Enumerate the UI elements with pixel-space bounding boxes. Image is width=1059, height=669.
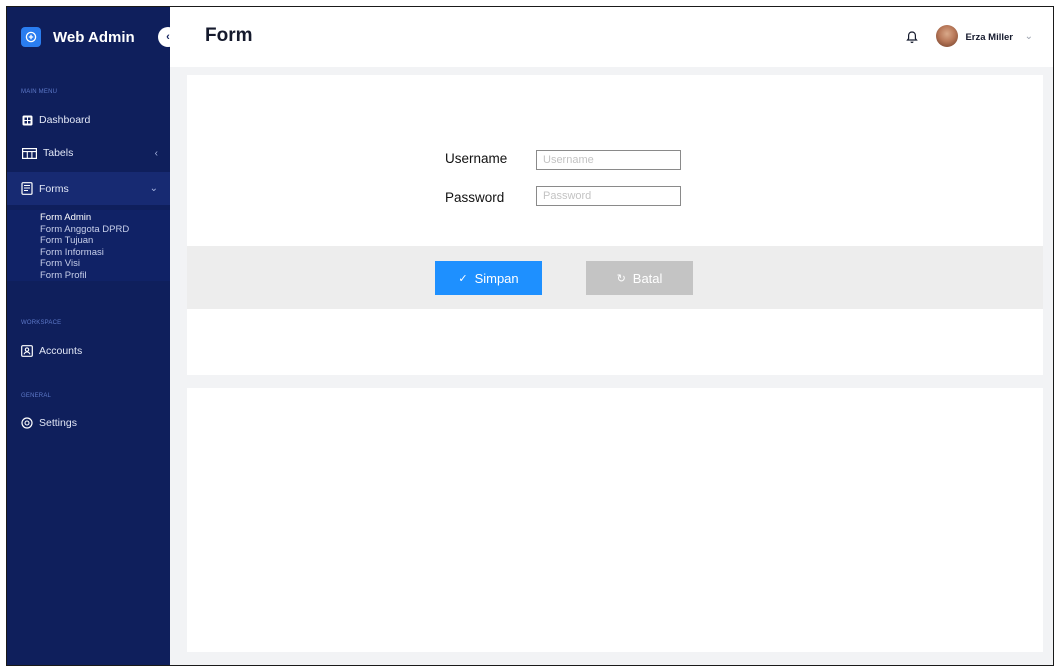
brand[interactable]: Web Admin	[21, 26, 135, 48]
save-button[interactable]: ✓ Simpan	[435, 261, 542, 295]
section-label-workspace: Workspace	[21, 320, 62, 326]
check-icon: ✓	[458, 272, 468, 285]
top-header: Form Erza Miller ⌄	[170, 7, 1053, 67]
cancel-button-label: Batal	[632, 270, 663, 286]
sidebar-item-label: Dashboard	[39, 114, 91, 126]
page-title: Form	[205, 25, 253, 46]
form-card: Username Password ✓ Simpan ↻ Batal	[187, 75, 1043, 375]
username-input[interactable]	[536, 150, 681, 170]
chevron-down-icon: ⌄	[149, 183, 158, 194]
sidebar-item-forms[interactable]: Forms ⌄	[7, 172, 170, 205]
sidebar-item-label: Accounts	[39, 345, 83, 357]
sidebar-item-label: Settings	[39, 417, 77, 429]
cancel-button[interactable]: ↻ Batal	[586, 261, 693, 295]
table-icon	[21, 147, 37, 159]
chevron-down-icon[interactable]: ⌄	[1025, 31, 1033, 42]
submenu-item-form-anggota-dprd[interactable]: Form Anggota DPRD	[7, 224, 170, 236]
sidebar-item-accounts[interactable]: Accounts	[7, 337, 170, 365]
submenu-item-form-visi[interactable]: Form Visi	[7, 258, 170, 270]
user-name[interactable]: Erza Miller	[965, 32, 1013, 43]
submenu-item-form-informasi[interactable]: Form Informasi	[7, 247, 170, 259]
bell-icon[interactable]	[905, 30, 919, 44]
password-row: Password	[445, 190, 504, 205]
gear-icon	[21, 417, 33, 429]
document-icon	[21, 182, 33, 195]
user-card-icon	[21, 345, 33, 357]
username-label: Username	[445, 151, 508, 166]
grid-icon	[21, 114, 33, 126]
submenu-item-form-tujuan[interactable]: Form Tujuan	[7, 235, 170, 247]
brand-title: Web Admin	[53, 28, 135, 46]
sidebar: Web Admin MAIN MENU Dashboard Tabels ‹ F…	[7, 7, 170, 665]
refresh-icon: ↻	[616, 272, 626, 285]
sidebar-item-settings[interactable]: Settings	[7, 409, 170, 437]
submenu-item-form-admin[interactable]: Form Admin	[7, 212, 170, 224]
username-row: Username	[445, 151, 507, 166]
sidebar-item-tables[interactable]: Tabels ‹	[7, 139, 170, 167]
plus-circle-icon	[21, 27, 41, 47]
sidebar-item-label: Forms	[39, 182, 69, 195]
app-window: Web Admin MAIN MENU Dashboard Tabels ‹ F…	[6, 6, 1054, 666]
sidebar-collapse-button[interactable]: ‹	[158, 27, 178, 47]
password-input[interactable]	[536, 186, 681, 206]
avatar[interactable]	[936, 25, 958, 47]
sidebar-item-dashboard[interactable]: Dashboard	[7, 106, 170, 134]
content-card	[187, 388, 1043, 652]
password-label: Password	[445, 190, 505, 205]
section-label-main-menu: MAIN MENU	[21, 89, 58, 95]
sidebar-item-label: Tabels	[43, 147, 74, 159]
chevron-left-icon: ‹	[154, 147, 158, 159]
form-actions: ✓ Simpan ↻ Batal	[187, 246, 1043, 309]
save-button-label: Simpan	[474, 270, 519, 286]
submenu-item-form-profil[interactable]: Form Profil	[7, 270, 170, 282]
forms-submenu: Form Admin Form Anggota DPRD Form Tujuan…	[7, 210, 170, 281]
section-label-general: General	[21, 393, 52, 399]
